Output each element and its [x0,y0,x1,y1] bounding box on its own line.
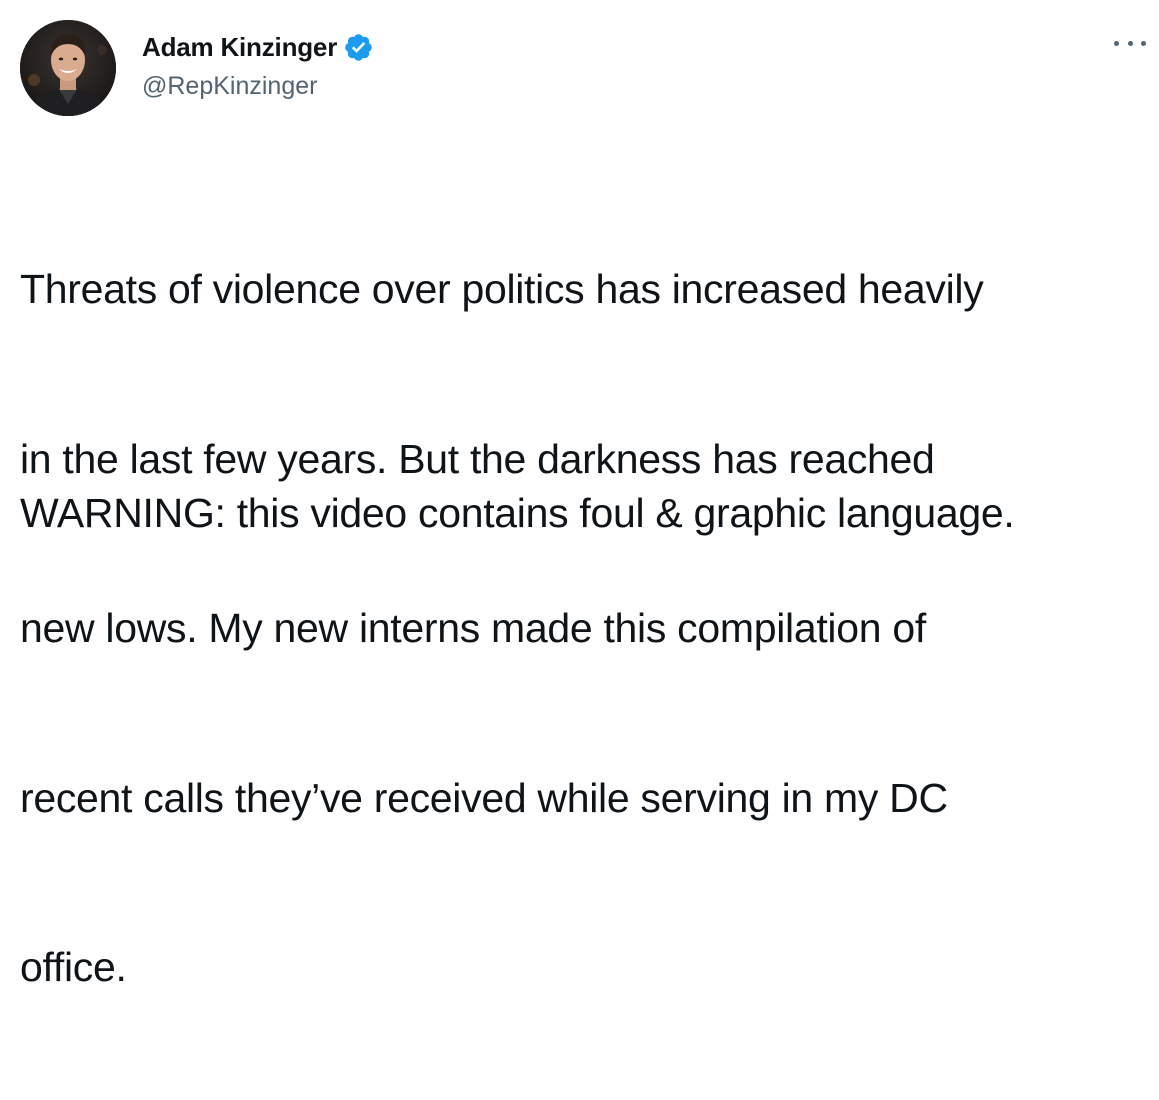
tweet-text-line: Threats of violence over politics has in… [20,266,984,312]
profile-photo-icon [20,20,116,116]
more-options-icon[interactable] [1114,33,1146,53]
tweet-text-line: office. [20,944,127,990]
more-dot [1127,40,1133,46]
avatar[interactable] [20,20,116,116]
tweet-text-line: in the last few years. But the darkness … [20,435,935,482]
author-display-name[interactable]: Adam Kinzinger [142,31,337,63]
tweet-text: Threats of violence over politics has in… [20,148,1145,1100]
more-dot [1114,40,1119,46]
tweet-text-line: recent calls they’ve received while serv… [20,774,948,821]
tweet-text-line: new lows. My new interns made this compi… [20,605,926,651]
verified-badge-icon [343,32,374,63]
author-name-row[interactable]: Adam Kinzinger [142,31,374,63]
more-dot [1141,40,1146,46]
author-handle[interactable]: @RepKinzinger [142,70,317,102]
tweet-card: Adam Kinzinger @RepKinzinger Threats of … [0,0,1159,990]
tweet-warning-text: WARNING: this video contains foul & grap… [20,490,1015,536]
